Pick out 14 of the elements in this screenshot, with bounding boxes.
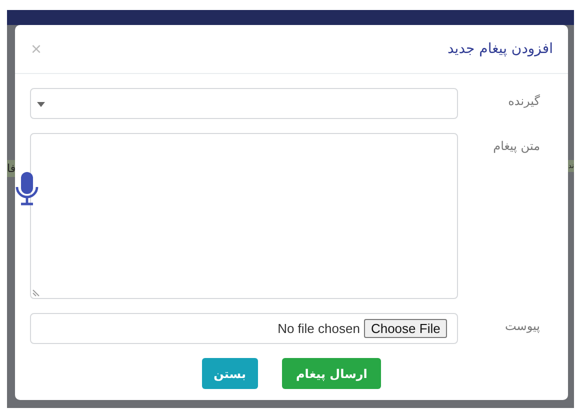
file-status-text: No file chosen [278, 321, 360, 336]
caret-icon [37, 102, 45, 107]
close-button[interactable]: × [27, 38, 46, 60]
resize-grip-icon [32, 289, 40, 297]
recipient-select[interactable] [30, 88, 458, 119]
dialog-title: افزودن پیغام جدید [447, 41, 553, 57]
field-label: متن پیغام [492, 138, 541, 155]
file-input-field[interactable]: No file chosen Choose File [30, 313, 458, 344]
field-label: پیوست [504, 318, 541, 335]
microphone-icon[interactable] [15, 172, 39, 206]
field-label: گیرنده [507, 93, 541, 110]
choose-file-button[interactable]: Choose File [364, 319, 448, 338]
cancel-button[interactable]: بستن [202, 358, 258, 389]
send-button[interactable]: ارسال پیغام [282, 358, 382, 389]
